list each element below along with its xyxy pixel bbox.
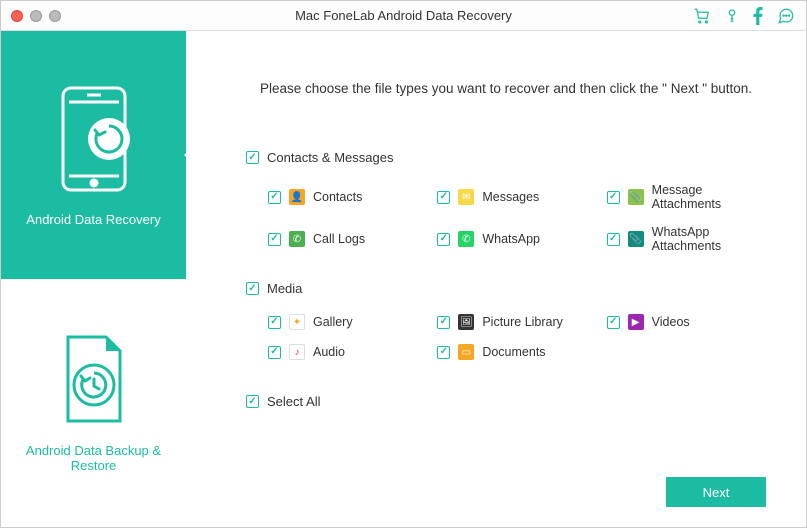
filetype-item-call-logs: ✆ Call Logs xyxy=(268,225,427,253)
filetype-label: Call Logs xyxy=(313,232,365,246)
key-icon[interactable] xyxy=(724,7,740,25)
sidebar-item-label: Android Data Backup & Restore xyxy=(11,443,176,473)
feedback-icon[interactable] xyxy=(776,7,796,25)
filetype-label: Messages xyxy=(482,190,539,204)
filetype-item-messages: ✉ Messages xyxy=(437,183,596,211)
window-title: Mac FoneLab Android Data Recovery xyxy=(1,8,806,23)
checkbox-videos[interactable] xyxy=(607,316,620,329)
filetype-item-message-attachments: 📎 Message Attachments xyxy=(607,183,766,211)
filetype-item-videos: ▶ Videos xyxy=(607,314,766,330)
checkbox-message-attachments[interactable] xyxy=(607,191,620,204)
checkbox-documents[interactable] xyxy=(437,346,450,359)
checkbox-gallery[interactable] xyxy=(268,316,281,329)
filetype-item-contacts: 👤 Contacts xyxy=(268,183,427,211)
window-close-button[interactable] xyxy=(11,10,23,22)
picture-library-icon: 🖼 xyxy=(458,314,474,330)
checkbox-audio[interactable] xyxy=(268,346,281,359)
main-panel: Please choose the file types you want to… xyxy=(186,31,806,527)
checkbox-contacts[interactable] xyxy=(268,191,281,204)
checkbox-messages[interactable] xyxy=(437,191,450,204)
section-title: Media xyxy=(267,281,302,296)
filetype-label: Contacts xyxy=(313,190,362,204)
section-header-media: Media xyxy=(246,281,766,296)
checkbox-picture-library[interactable] xyxy=(437,316,450,329)
sidebar-item-backup[interactable]: Android Data Backup & Restore xyxy=(1,279,186,527)
filetype-item-whatsapp-attachments: 📎 WhatsApp Attachments xyxy=(607,225,766,253)
filetype-item-documents: ▭ Documents xyxy=(437,344,596,360)
call-logs-icon: ✆ xyxy=(289,231,305,247)
traffic-lights xyxy=(11,10,61,22)
checkbox-select-all[interactable] xyxy=(246,395,259,408)
sidebar-item-recovery[interactable]: Android Data Recovery xyxy=(1,31,186,279)
gallery-icon: ✦ xyxy=(289,314,305,330)
filetype-label: Documents xyxy=(482,345,545,359)
filetype-label: WhatsApp Attachments xyxy=(652,225,766,253)
titlebar: Mac FoneLab Android Data Recovery xyxy=(1,1,806,31)
cart-icon[interactable] xyxy=(692,7,712,25)
documents-icon: ▭ xyxy=(458,344,474,360)
window-minimize-button[interactable] xyxy=(30,10,42,22)
facebook-icon[interactable] xyxy=(752,7,764,25)
filetype-item-whatsapp: ✆ WhatsApp xyxy=(437,225,596,253)
header-icons xyxy=(692,7,796,25)
instruction-text: Please choose the file types you want to… xyxy=(246,81,766,96)
whatsapp-attachments-icon: 📎 xyxy=(628,231,644,247)
checkbox-call-logs[interactable] xyxy=(268,233,281,246)
checkbox-whatsapp[interactable] xyxy=(437,233,450,246)
window-maximize-button[interactable] xyxy=(49,10,61,22)
videos-icon: ▶ xyxy=(628,314,644,330)
checkbox-section-contacts-messages[interactable] xyxy=(246,151,259,164)
section-title: Contacts & Messages xyxy=(267,150,393,165)
checkbox-section-media[interactable] xyxy=(246,282,259,295)
section-grid-media: ✦ Gallery 🖼 Picture Library ▶ Videos ♪ A… xyxy=(268,314,766,360)
audio-icon: ♪ xyxy=(289,344,305,360)
filetype-label: Message Attachments xyxy=(652,183,766,211)
messages-icon: ✉ xyxy=(458,189,474,205)
section-grid-contacts-messages: 👤 Contacts ✉ Messages 📎 Message Attachme… xyxy=(268,183,766,253)
phone-restore-icon xyxy=(57,84,131,194)
document-restore-icon xyxy=(58,333,130,425)
filetype-item-gallery: ✦ Gallery xyxy=(268,314,427,330)
whatsapp-icon: ✆ xyxy=(458,231,474,247)
section-header-contacts-messages: Contacts & Messages xyxy=(246,150,766,165)
sidebar: Android Data Recovery Android Data Backu… xyxy=(1,31,186,527)
filetype-label: WhatsApp xyxy=(482,232,540,246)
select-all-label: Select All xyxy=(267,394,320,409)
filetype-item-audio: ♪ Audio xyxy=(268,344,427,360)
checkbox-whatsapp-attachments[interactable] xyxy=(607,233,620,246)
filetype-label: Picture Library xyxy=(482,315,563,329)
filetype-label: Audio xyxy=(313,345,345,359)
contacts-icon: 👤 xyxy=(289,189,305,205)
filetype-item-picture-library: 🖼 Picture Library xyxy=(437,314,596,330)
sidebar-item-label: Android Data Recovery xyxy=(26,212,160,227)
filetype-label: Gallery xyxy=(313,315,353,329)
message-attachments-icon: 📎 xyxy=(628,189,644,205)
filetype-label: Videos xyxy=(652,315,690,329)
select-all-row: Select All xyxy=(246,394,766,409)
next-button[interactable]: Next xyxy=(666,477,766,507)
footer: Next xyxy=(246,477,766,507)
